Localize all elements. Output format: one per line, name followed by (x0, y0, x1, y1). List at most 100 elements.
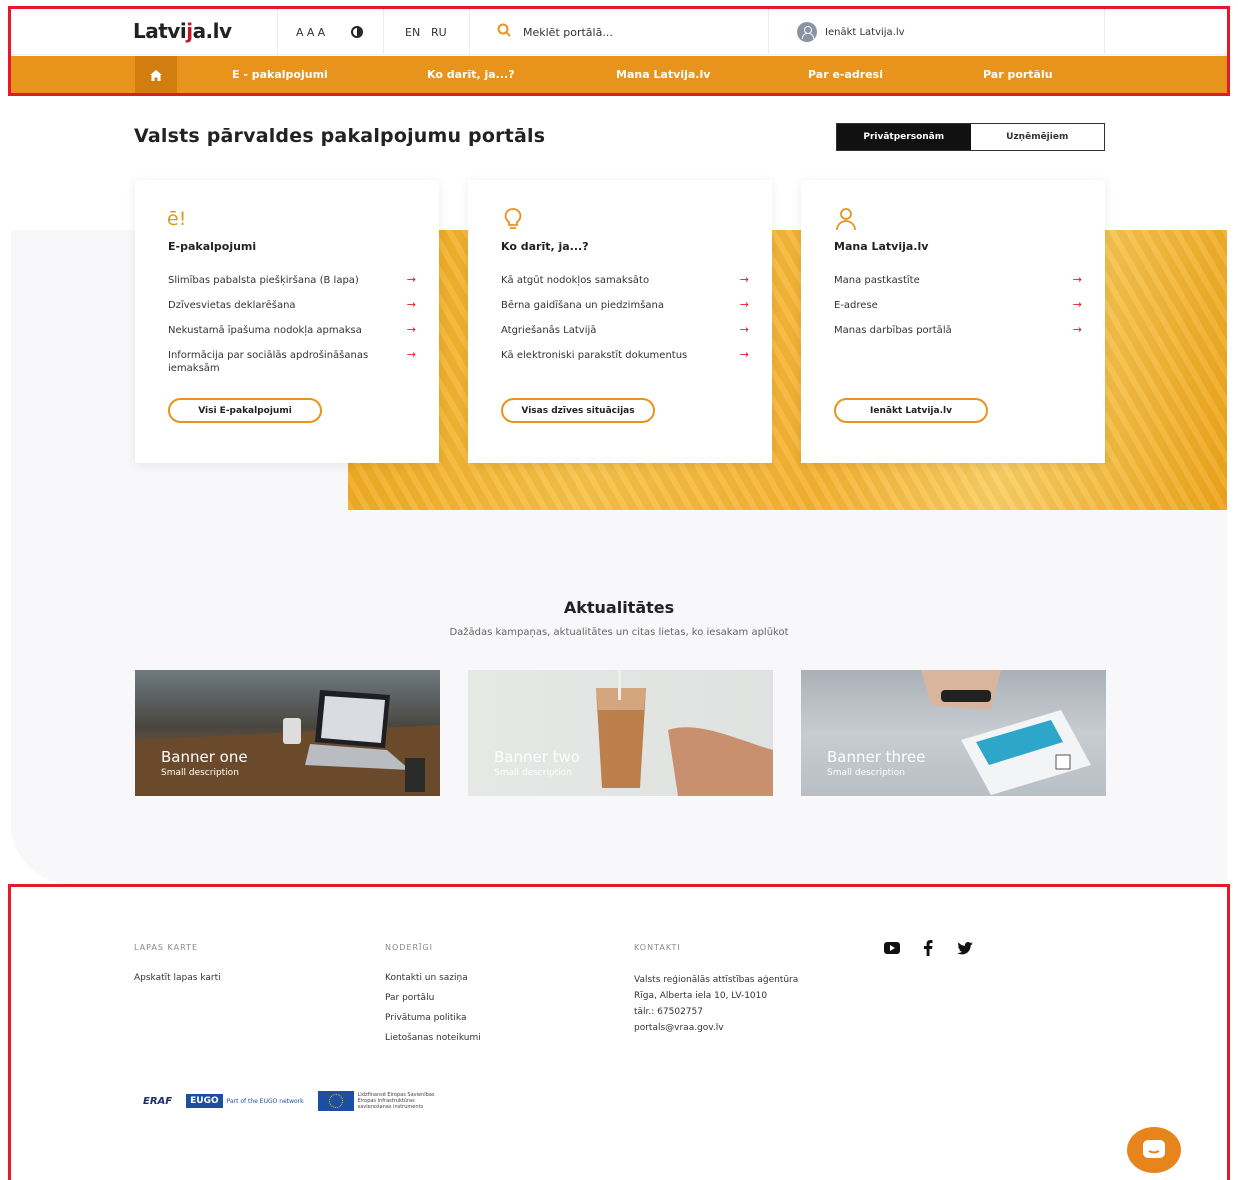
banner-one[interactable]: Banner one Small description (135, 670, 440, 796)
footer-heading: NODERĪGI (385, 943, 433, 952)
card-link[interactable]: Mana pastkastīte → (834, 273, 1082, 287)
arrow-right-icon: → (1072, 273, 1082, 286)
main-nav: E - pakalpojumi Ko darīt, ja...? Mana La… (11, 56, 1227, 94)
font-size-control[interactable]: AAA (296, 26, 328, 39)
footer-useful: NODERĪGI Kontakti un saziņa Par portālu … (385, 943, 481, 1052)
card-link[interactable]: Informācija par sociālās apdrošināšanas … (168, 348, 416, 375)
card-link[interactable]: Manas darbības portālā → (834, 323, 1082, 337)
card-title: Mana Latvija.lv (834, 240, 929, 253)
arrow-right-icon: → (739, 323, 749, 336)
banner-three[interactable]: Banner three Small description (801, 670, 1106, 796)
banner-title: Banner two (494, 748, 580, 766)
all-life-situations-button[interactable]: Visas dzīves situācijas (501, 398, 655, 423)
all-e-services-button[interactable]: Visi E-pakalpojumi (168, 398, 322, 423)
toggle-businesses[interactable]: Uzņēmējiem (970, 124, 1104, 150)
arrow-right-icon: → (406, 298, 416, 311)
nav-e-address[interactable]: Par e-adresi (808, 68, 883, 81)
nav-my-latvija[interactable]: Mana Latvija.lv (616, 68, 710, 81)
card-e-services: ē! E-pakalpojumi Slimības pabalsta piešķ… (135, 180, 439, 463)
card-link[interactable]: Nekustamā īpašuma nodokļa apmaksa → (168, 323, 416, 337)
login-latvija-button[interactable]: Ienākt Latvija.lv (834, 398, 988, 423)
twitter-icon[interactable] (957, 940, 973, 956)
card-links: Slimības pabalsta piešķiršana (B lapa) → … (168, 273, 416, 387)
toggle-private-persons[interactable]: Privātpersonām (837, 124, 971, 150)
eraf-logo: ERAF (143, 1095, 173, 1107)
banner-description: Small description (161, 768, 239, 778)
divider (768, 9, 769, 55)
facebook-icon[interactable] (920, 940, 936, 956)
arrow-right-icon: → (739, 298, 749, 311)
arrow-right-icon: → (739, 273, 749, 286)
banner-title: Banner three (827, 748, 926, 766)
footer-link[interactable]: Kontakti un saziņa (385, 972, 481, 984)
page-title: Valsts pārvaldes pakalpojumu portāls (134, 125, 546, 147)
youtube-icon[interactable] (884, 940, 900, 956)
arrow-right-icon: → (406, 323, 416, 336)
search-input[interactable] (523, 21, 763, 43)
search-icon[interactable] (497, 23, 511, 37)
audience-toggle: Privātpersonām Uzņēmējiem (836, 123, 1105, 151)
footer-link[interactable]: Privātuma politika (385, 1012, 481, 1024)
footer-contacts: KONTAKTI Valsts reģionālās attīstības aģ… (634, 943, 798, 1036)
home-icon (150, 69, 162, 81)
top-bar: Latvija.lv AAA EN RU Ienākt Latvija.lv (11, 9, 1227, 55)
lang-ru[interactable]: RU (431, 26, 447, 39)
footer-link[interactable]: Par portālu (385, 992, 481, 1004)
user-icon (836, 208, 856, 231)
divider (277, 9, 278, 55)
arrow-right-icon: → (406, 273, 416, 286)
nav-e-services[interactable]: E - pakalpojumi (232, 68, 328, 81)
card-title: Ko darīt, ja...? (501, 240, 589, 253)
banner-description: Small description (494, 768, 572, 778)
card-links: Kā atgūt nodokļos samaksāto → Bērna gaidī… (501, 273, 749, 374)
footer-sitemap: LAPAS KARTE Apskatīt lapas karti (134, 943, 221, 992)
banner-title: Banner one (161, 748, 248, 766)
eugo-logo: EUGO Part of the EUGO network (186, 1094, 304, 1108)
card-title: E-pakalpojumi (168, 240, 257, 253)
news-subtitle: Dažādas kampaņas, aktualitātes un citas … (449, 627, 789, 638)
arrow-right-icon: → (739, 348, 749, 361)
divider (469, 9, 470, 55)
card-link[interactable]: E-adrese → (834, 298, 1082, 312)
site-logo[interactable]: Latvija.lv (133, 19, 232, 43)
divider (1104, 9, 1105, 55)
arrow-right-icon: → (1072, 298, 1082, 311)
footer-link[interactable]: Apskatīt lapas karti (134, 972, 221, 984)
card-link[interactable]: Dzīvesvietas deklarēšana → (168, 298, 416, 312)
eu-flag-icon (317, 1091, 354, 1111)
user-icon (797, 22, 817, 42)
card-what-to-do: Ko darīt, ja...? Kā atgūt nodokļos samak… (468, 180, 772, 463)
card-link[interactable]: Kā atgūt nodokļos samaksāto → (501, 273, 749, 287)
banner-description: Small description (827, 768, 905, 778)
news-title: Aktualitātes (563, 598, 675, 617)
card-link[interactable]: Slimības pabalsta piešķiršana (B lapa) → (168, 273, 416, 287)
card-link[interactable]: Kā elektroniski parakstīt dokumentus → (501, 348, 749, 362)
contact-email[interactable]: portals@vraa.gov.lv (634, 1020, 798, 1036)
footer-link[interactable]: Lietošanas noteikumi (385, 1032, 481, 1044)
arrow-right-icon: → (1072, 323, 1082, 336)
card-links: Mana pastkastīte → E-adrese → Manas darbīb… (834, 273, 1082, 349)
e-service-icon: ē! (167, 208, 187, 230)
card-link[interactable]: Bērna gaidīšana un piedzimšana → (501, 298, 749, 312)
chat-button[interactable] (1127, 1127, 1181, 1173)
contact-line: Valsts reģionālās attīstības aģentūra (634, 975, 799, 985)
contrast-icon[interactable] (351, 26, 363, 38)
nav-about-portal[interactable]: Par portālu (983, 68, 1053, 81)
banner-two[interactable]: Banner two Small description (468, 670, 773, 796)
footer-heading: LAPAS KARTE (134, 943, 199, 952)
nav-home[interactable] (135, 56, 177, 94)
arrow-right-icon: → (406, 348, 416, 361)
contact-line: Rīga, Alberta iela 10, LV-1010 (634, 991, 768, 1001)
site-header: Latvija.lv AAA EN RU Ienākt Latvija.lv E… (11, 9, 1227, 94)
eu-logo: Līdzfinansē Eiropas Savienības Eiropas I… (317, 1091, 448, 1111)
nav-what-to-do[interactable]: Ko darīt, ja...? (427, 68, 515, 81)
card-my-latvija: Mana Latvija.lv Mana pastkastīte → E-adre… (801, 180, 1105, 463)
chat-icon (1143, 1140, 1165, 1158)
partner-logos: ERAF EUGO Part of the EUGO network Līdzf… (143, 1091, 448, 1111)
contact-line: tālr.: 67502757 (634, 1007, 703, 1017)
card-link[interactable]: Atgriešanās Latvijā → (501, 323, 749, 337)
site-footer (11, 887, 1227, 1180)
lang-en[interactable]: EN (405, 26, 420, 39)
footer-heading: KONTAKTI (634, 943, 681, 952)
login-link[interactable]: Ienākt Latvija.lv (797, 22, 905, 42)
